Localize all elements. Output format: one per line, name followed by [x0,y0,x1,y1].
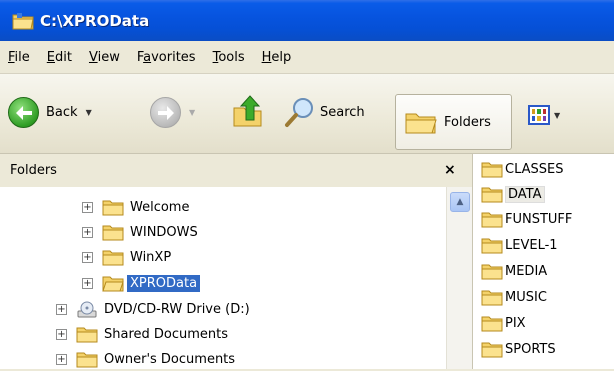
tree-item-label: Owner's Documents [104,351,236,367]
folder-item-label: MEDIA [505,263,548,279]
search-icon [285,98,313,127]
folders-pane-header: Folders [0,154,472,187]
tree-item-label: DVD/CD-RW Drive (D:) [104,301,250,317]
tree-item[interactable]: + Owner's Documents [56,347,235,371]
search-label: Search [320,104,365,120]
folder-item-label: FUNSTUFF [505,211,573,227]
expand-icon[interactable]: + [82,251,93,263]
folder-item-sports[interactable]: SPORTS [481,338,556,360]
folder-icon [481,264,503,279]
scroll-up-icon[interactable]: ▲ [450,192,470,212]
folder-item-label: SPORTS [505,341,556,357]
vertical-scrollbar[interactable]: ▲ [446,187,472,369]
tree-item[interactable]: + WinXP [82,245,171,269]
folder-item-funstuff[interactable]: FUNSTUFF [481,208,572,230]
back-arrow-icon [8,97,39,128]
menu-view[interactable]: View [89,50,120,65]
menu-tools[interactable]: Tools [213,50,245,65]
folder-item-pix[interactable]: PIX [481,312,526,334]
folder-up-icon [233,95,262,127]
shared-folder-icon [76,327,98,342]
folder-tree: + Welcome + WINDOWS + WinXP + XPROData +… [0,187,446,369]
expand-icon[interactable]: + [82,277,93,289]
up-button[interactable] [232,94,264,128]
expand-icon[interactable]: + [82,201,93,213]
folder-item-label: DATA [505,185,545,203]
title-bar[interactable]: C:\XPROData [0,0,614,41]
tree-item[interactable]: + WINDOWS [82,220,198,244]
forward-dropdown-icon[interactable]: ▼ [189,108,195,117]
views-button[interactable]: ▼ [528,105,560,125]
file-list-pane: CLASSES DATA FUNSTUFF LEVEL-1 MEDIA MUSI… [472,154,614,369]
tree-item[interactable]: + Welcome [82,195,189,219]
window-title: C:\XPROData [40,11,150,30]
folder-item-label: LEVEL-1 [505,237,558,253]
back-dropdown-icon[interactable]: ▼ [86,108,92,117]
menu-help[interactable]: Help [262,50,292,65]
back-button[interactable]: Back ▼ [8,97,92,128]
folder-icon [102,200,124,215]
forward-arrow-icon [150,97,181,128]
folder-icon [481,238,503,253]
folders-icon [405,113,437,134]
back-label: Back [46,105,78,120]
forward-button[interactable]: ▼ [150,97,195,128]
close-pane-icon[interactable]: × [444,162,456,178]
folder-icon [481,290,503,305]
tree-item-label: XPROData [127,274,201,292]
toolbar: Back ▼ ▼ Search Folders ▼ [0,74,614,154]
folder-icon [481,212,503,227]
expand-icon[interactable]: + [82,226,93,238]
folder-item-media[interactable]: MEDIA [481,260,547,282]
folders-button[interactable]: Folders [395,94,512,150]
folder-item-classes[interactable]: CLASSES [481,158,563,180]
folder-item-label: PIX [505,315,526,331]
folder-icon [12,12,34,29]
expand-icon[interactable]: + [56,303,67,315]
tree-item-label: WinXP [130,249,172,265]
folder-icon [481,162,503,177]
folder-icon [76,352,98,367]
tree-item-label: WINDOWS [130,224,198,240]
expand-icon[interactable]: + [56,328,67,340]
menu-favorites[interactable]: Favorites [137,50,196,65]
folder-icon [102,250,124,265]
tree-item[interactable]: + Shared Documents [56,322,228,346]
folders-label: Folders [444,114,491,130]
tree-item-label: Shared Documents [104,326,229,342]
folders-pane-title: Folders [10,163,57,178]
search-button[interactable]: Search [284,96,365,128]
menu-bar: File Edit View Favorites Tools Help [0,41,614,74]
views-dropdown-icon[interactable]: ▼ [554,111,560,120]
tree-item-label: Welcome [130,199,190,215]
dvd-drive-icon [77,301,97,317]
open-folder-icon [102,276,124,291]
tree-item[interactable]: + DVD/CD-RW Drive (D:) [56,297,250,321]
folder-item-label: CLASSES [505,161,564,177]
folder-icon [481,316,503,331]
tree-item-selected[interactable]: + XPROData [82,271,201,295]
folder-item-music[interactable]: MUSIC [481,286,547,308]
menu-file[interactable]: File [8,50,30,65]
expand-icon[interactable]: + [56,353,67,365]
folder-icon [481,342,503,357]
folder-icon [481,187,503,202]
folder-item-data[interactable]: DATA [481,183,545,205]
folder-item-level-1[interactable]: LEVEL-1 [481,234,558,256]
views-icon [528,105,550,125]
folder-icon [102,225,124,240]
folder-item-label: MUSIC [505,289,547,305]
menu-edit[interactable]: Edit [47,50,72,65]
